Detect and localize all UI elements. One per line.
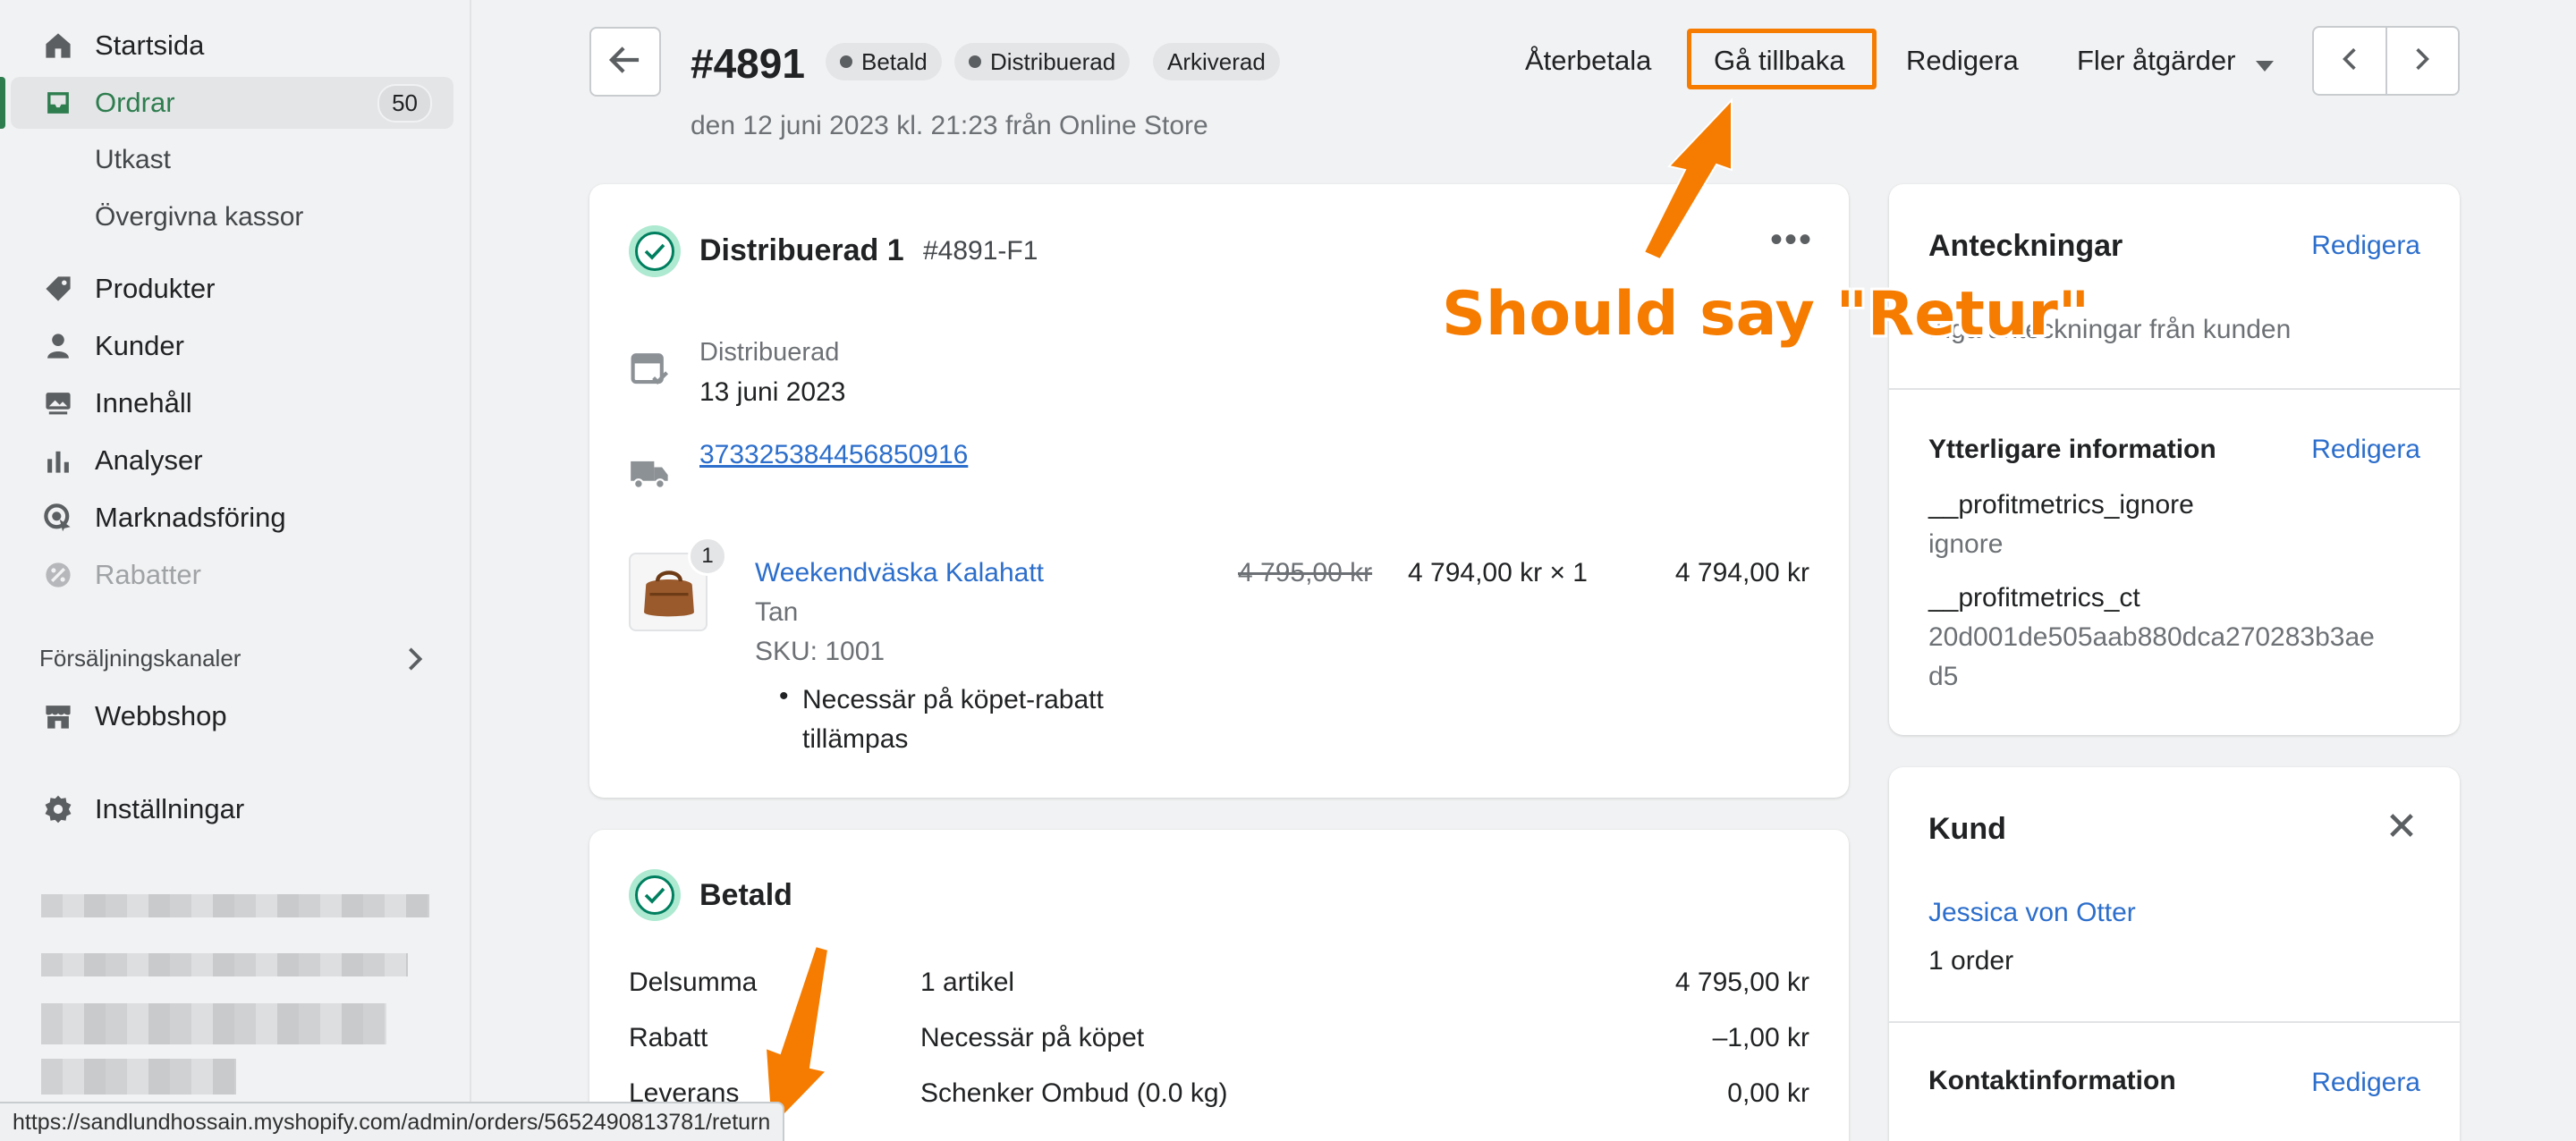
status-bar-url: https://sandlundhossain.myshopify.com/ad… [0, 1102, 785, 1141]
annotation-overlay [764, 97, 1733, 1131]
annotation-text: Should say "Retur" [1442, 279, 2090, 350]
annotation-arrow-up [1642, 97, 1733, 261]
